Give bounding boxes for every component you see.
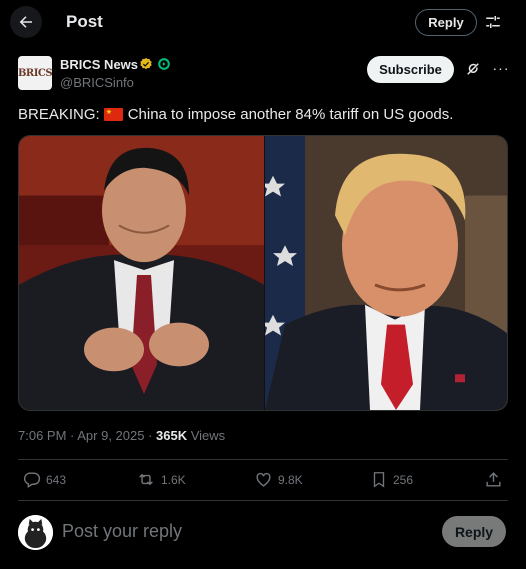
- like-action[interactable]: 9.8K: [254, 470, 303, 489]
- view-count: 365K: [156, 428, 188, 443]
- arrow-left-icon: [19, 16, 32, 28]
- repost-action[interactable]: 1.6K: [136, 470, 186, 489]
- bookmark-icon: [373, 472, 385, 488]
- user-avatar[interactable]: [18, 515, 53, 550]
- bookmark-count: 256: [393, 472, 414, 487]
- avatar-logo-text: BRICS: [18, 67, 52, 79]
- post-media[interactable]: [18, 135, 508, 411]
- reply-button-top[interactable]: Reply: [415, 9, 477, 36]
- post-text-body: China to impose another 84% tariff on US…: [127, 106, 454, 123]
- reply-action[interactable]: 643: [22, 470, 66, 489]
- more-options-button[interactable]: ···: [491, 58, 511, 78]
- repost-icon: [139, 473, 153, 486]
- post-time[interactable]: 7:06 PM · Apr 9, 2025 ·: [18, 428, 156, 443]
- post-author: BRICS BRICS News @BRICSinfo Subscribe ··…: [18, 55, 511, 95]
- china-flag-icon: ★: [103, 108, 123, 121]
- author-name[interactable]: BRICS News: [60, 57, 138, 72]
- reply-submit-button[interactable]: Reply: [442, 516, 506, 547]
- reply-count: 643: [46, 472, 67, 487]
- affiliate-badge-icon: [158, 58, 170, 70]
- like-count: 9.8K: [278, 472, 303, 487]
- post-text: BREAKING: ★ China to impose another 84% …: [18, 106, 453, 123]
- share-action[interactable]: [484, 470, 508, 489]
- repost-count: 1.6K: [161, 472, 186, 487]
- bookmark-action[interactable]: 256: [370, 470, 413, 489]
- post-text-prefix: BREAKING:: [18, 106, 100, 123]
- post-timestamp: 7:06 PM · Apr 9, 2025 · 365K Views: [18, 428, 225, 443]
- page-title: Post: [66, 12, 103, 31]
- top-bar: Post Reply: [0, 0, 526, 44]
- subscribe-button[interactable]: Subscribe: [367, 56, 454, 83]
- heart-icon: [256, 472, 271, 487]
- divider-bottom: [18, 500, 508, 501]
- photo-right[interactable]: [265, 136, 508, 410]
- views-label: Views: [187, 428, 226, 443]
- author-handle[interactable]: @BRICSinfo: [60, 75, 134, 90]
- sliders-icon: [486, 16, 500, 28]
- post-actions: 643 1.6K 9.8K 256: [18, 460, 508, 500]
- grok-icon[interactable]: [464, 60, 482, 78]
- reply-input[interactable]: Post your reply: [62, 521, 182, 542]
- settings-button[interactable]: [482, 10, 504, 34]
- share-icon: [486, 472, 501, 487]
- verified-badge-icon: [140, 57, 152, 70]
- comment-icon: [23, 472, 41, 488]
- photo-left[interactable]: [19, 136, 264, 410]
- back-button[interactable]: [10, 6, 42, 38]
- author-avatar[interactable]: BRICS: [18, 56, 52, 90]
- reply-composer: Post your reply Reply: [18, 513, 508, 553]
